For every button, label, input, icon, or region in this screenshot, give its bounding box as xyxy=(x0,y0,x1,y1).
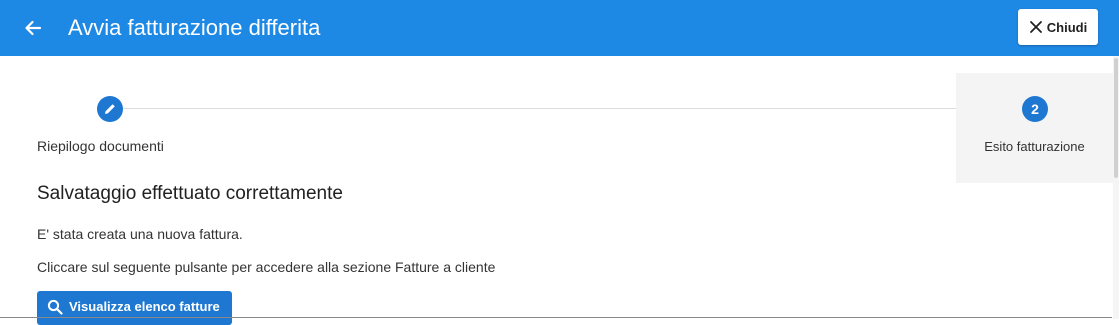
close-icon xyxy=(1029,21,1042,33)
back-button[interactable] xyxy=(18,13,48,43)
arrow-left-icon xyxy=(25,20,42,36)
divider xyxy=(0,317,1112,318)
scrollbar-thumb[interactable] xyxy=(1114,58,1118,178)
view-invoices-button[interactable]: Visualizza elenco fatture xyxy=(37,291,232,325)
app-header: Avvia fatturazione differita Chiudi xyxy=(0,0,1119,56)
close-button-label: Chiudi xyxy=(1046,19,1088,35)
success-message: E' stata creata una nuova fattura. xyxy=(37,226,243,242)
pencil-icon xyxy=(105,104,115,114)
view-invoices-label: Visualizza elenco fatture xyxy=(69,299,220,314)
step-1-label: Riepilogo documenti xyxy=(37,138,164,154)
search-icon xyxy=(47,299,63,315)
page-title: Avvia fatturazione differita xyxy=(68,15,321,40)
instruction-text: Cliccare sul seguente pulsante per acced… xyxy=(37,259,496,275)
step-2-indicator: 2 xyxy=(1022,96,1048,122)
close-button[interactable]: Chiudi xyxy=(1018,9,1098,45)
step-2-label: Esito fatturazione xyxy=(984,139,1085,154)
success-title: Salvataggio effettuato correttamente xyxy=(37,183,343,204)
step-1-indicator[interactable] xyxy=(97,96,123,122)
stepper-connector xyxy=(122,108,1022,109)
step-2-container xyxy=(956,73,1113,183)
